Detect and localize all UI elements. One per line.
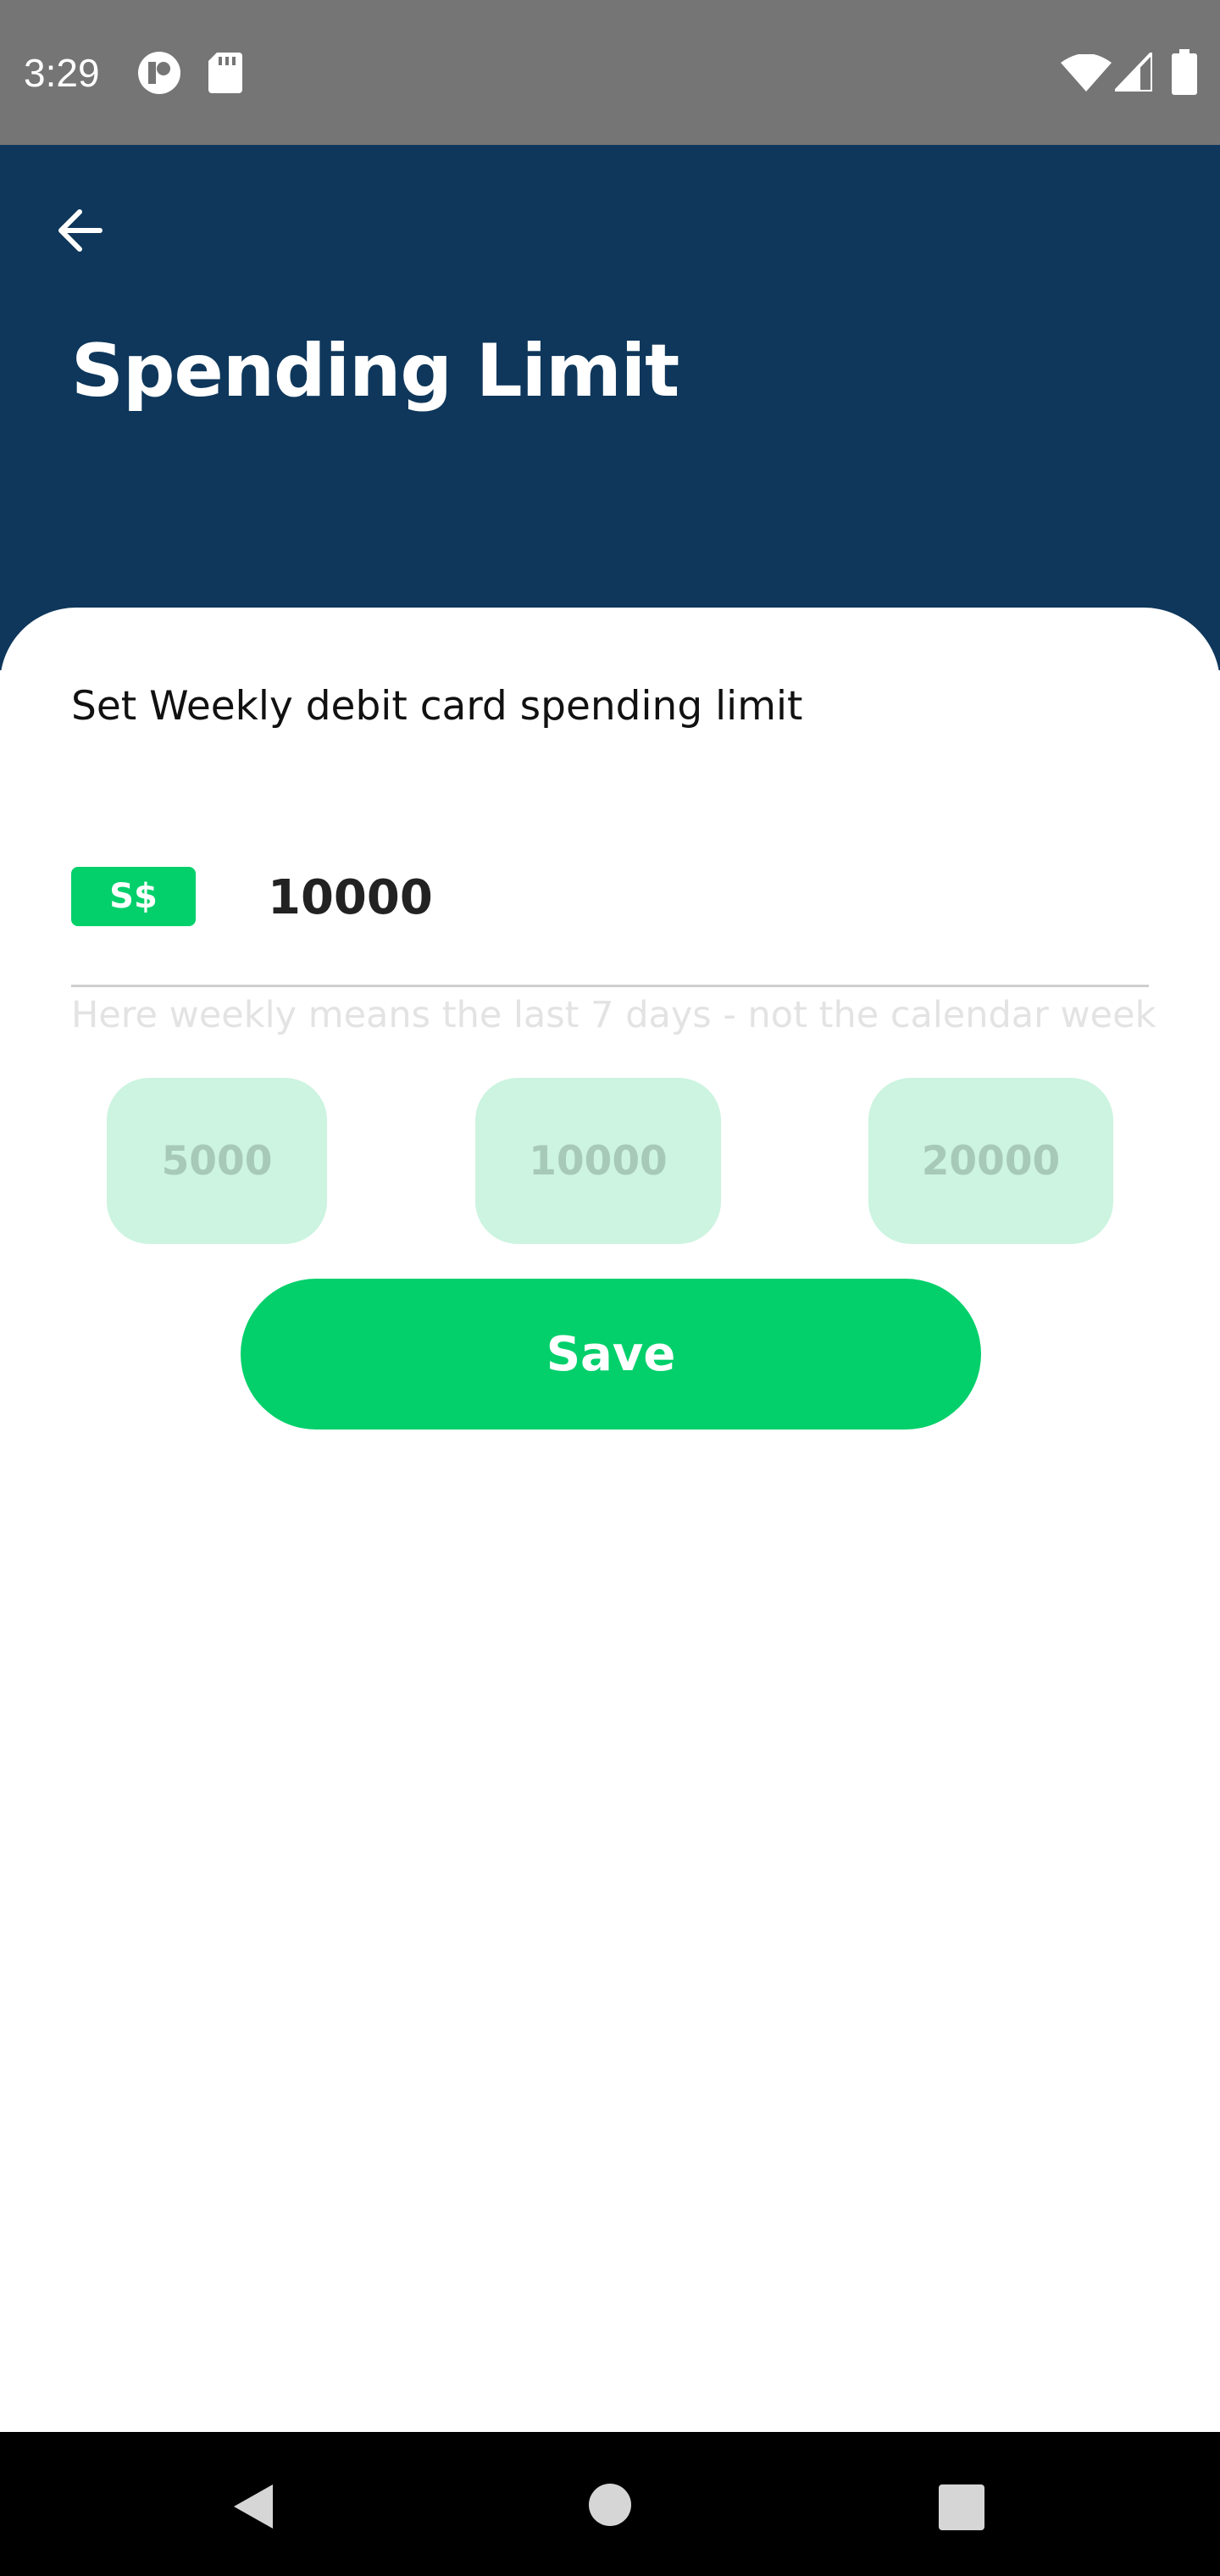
back-button[interactable] xyxy=(42,190,124,271)
amount-input[interactable] xyxy=(254,862,1171,933)
navigation-bar xyxy=(0,2432,1220,2576)
header: Spending Limit xyxy=(0,145,1220,670)
card-subtitle: Set Weekly debit card spending limit xyxy=(71,683,803,730)
preset-5000-button[interactable]: 5000 xyxy=(107,1078,327,1244)
page-title: Spending Limit xyxy=(71,329,679,414)
battery-icon xyxy=(1172,49,1197,95)
cellular-signal-icon xyxy=(1115,53,1152,92)
wifi-icon xyxy=(1061,54,1112,92)
home-circle-icon[interactable] xyxy=(588,2483,632,2527)
app-notification-icon xyxy=(138,52,180,94)
back-triangle-icon[interactable] xyxy=(229,2481,280,2532)
spending-limit-card: Set Weekly debit card spending limit S$ … xyxy=(0,608,1220,2432)
preset-10000-button[interactable]: 10000 xyxy=(475,1078,721,1244)
input-underline xyxy=(71,985,1149,987)
arrow-left-icon xyxy=(58,209,103,252)
status-time: 3:29 xyxy=(24,51,100,95)
spending-limit-screen: 3:29 Spending Limit Set Weekly debit car… xyxy=(0,0,1220,2576)
status-bar: 3:29 xyxy=(0,0,1220,145)
currency-badge: S$ xyxy=(71,867,196,926)
helper-text: Here weekly means the last 7 days - not … xyxy=(71,994,1156,1036)
recents-square-icon[interactable] xyxy=(939,2484,984,2530)
sd-card-icon xyxy=(208,53,242,93)
save-button[interactable]: Save xyxy=(241,1279,981,1430)
preset-20000-button[interactable]: 20000 xyxy=(868,1078,1113,1244)
